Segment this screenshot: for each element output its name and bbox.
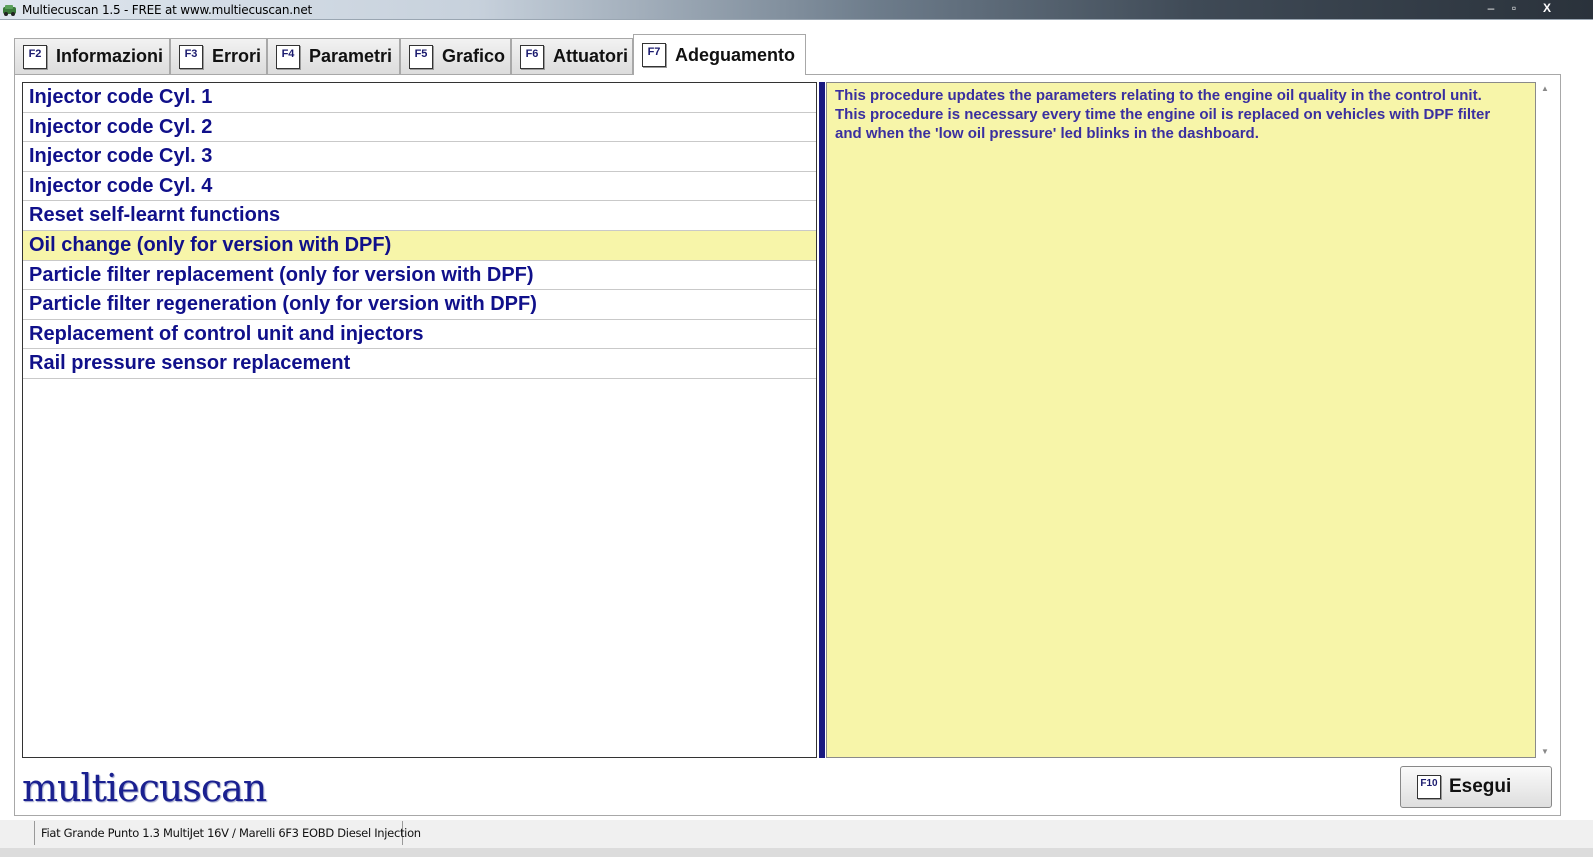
scroll-up-icon[interactable]: ▲ (1541, 84, 1549, 93)
tab-label: Grafico (442, 46, 506, 66)
panel-splitter[interactable] (819, 82, 825, 758)
list-item-oil-change[interactable]: Oil change (only for version with DPF) (23, 230, 816, 261)
tab-errori[interactable]: F3 Errori (170, 38, 267, 74)
description-line: This procedure updates the parameters re… (835, 87, 1482, 104)
tab-attuatori[interactable]: F6 Attuatori (511, 38, 633, 74)
status-bar: Fiat Grande Punto 1.3 MultiJet 16V / Mar… (0, 820, 1593, 857)
minimize-icon[interactable]: ‒ (1480, 0, 1502, 17)
tab-label: Adeguamento (675, 44, 796, 65)
description-line: and when the 'low oil pressure' led blin… (835, 125, 1259, 142)
scroll-down-icon[interactable]: ▼ (1541, 747, 1549, 756)
list-item-injector-code-cyl-4[interactable]: Injector code Cyl. 4 (23, 172, 816, 202)
tab-label: Attuatori (553, 46, 628, 66)
f10-key-icon: F10 (1417, 775, 1441, 799)
list-item-reset-self-learnt[interactable]: Reset self-learnt functions (23, 201, 816, 231)
list-item-replacement-control-unit[interactable]: Replacement of control unit and injector… (23, 320, 816, 350)
list-item-injector-code-cyl-2[interactable]: Injector code Cyl. 2 (23, 113, 816, 143)
tab-grafico[interactable]: F5 Grafico (400, 38, 511, 74)
list-item-injector-code-cyl-3[interactable]: Injector code Cyl. 3 (23, 142, 816, 172)
tab-informazioni[interactable]: F2 Informazioni (14, 38, 170, 74)
list-item-particle-filter-regeneration[interactable]: Particle filter regeneration (only for v… (23, 290, 816, 320)
tab-label: Informazioni (56, 46, 163, 66)
description-scrollbar[interactable]: ▲ ▼ (1537, 82, 1554, 758)
title-bar: Multiecuscan 1.5 - FREE at www.multiecus… (0, 0, 1593, 20)
f6-key-icon: F6 (520, 44, 544, 69)
tab-label: Errori (212, 46, 262, 66)
f4-key-icon: F4 (276, 44, 300, 69)
description-line: This procedure is necessary every time t… (835, 106, 1491, 123)
close-icon[interactable]: X (1526, 0, 1568, 17)
tab-parametri[interactable]: F4 Parametri (267, 38, 400, 74)
maximize-icon[interactable]: ▫ (1503, 0, 1525, 17)
multiecuscan-logo: multiecuscan (22, 766, 267, 810)
list-item-injector-code-cyl-1[interactable]: Injector code Cyl. 1 (23, 83, 816, 113)
tab-adeguamento[interactable]: F7 Adeguamento (633, 34, 806, 75)
execute-button[interactable]: F10 Esegui (1400, 766, 1552, 808)
app-icon (3, 5, 16, 16)
list-item-particle-filter-replacement[interactable]: Particle filter replacement (only for ve… (23, 261, 816, 291)
status-strip (0, 848, 1593, 857)
f5-key-icon: F5 (409, 44, 433, 69)
procedure-description: This procedure updates the parameters re… (826, 82, 1536, 758)
list-item-rail-pressure-sensor[interactable]: Rail pressure sensor replacement (23, 349, 816, 379)
tab-label: Parametri (309, 46, 393, 66)
f7-key-icon: F7 (642, 43, 666, 67)
procedure-list[interactable]: Injector code Cyl. 1 Injector code Cyl. … (22, 82, 817, 758)
vehicle-status: Fiat Grande Punto 1.3 MultiJet 16V / Mar… (34, 821, 421, 845)
f3-key-icon: F3 (179, 44, 203, 69)
f2-key-icon: F2 (23, 44, 47, 69)
window-title: Multiecuscan 1.5 - FREE at www.multiecus… (22, 3, 313, 17)
execute-button-label: Esegui (1449, 776, 1512, 797)
